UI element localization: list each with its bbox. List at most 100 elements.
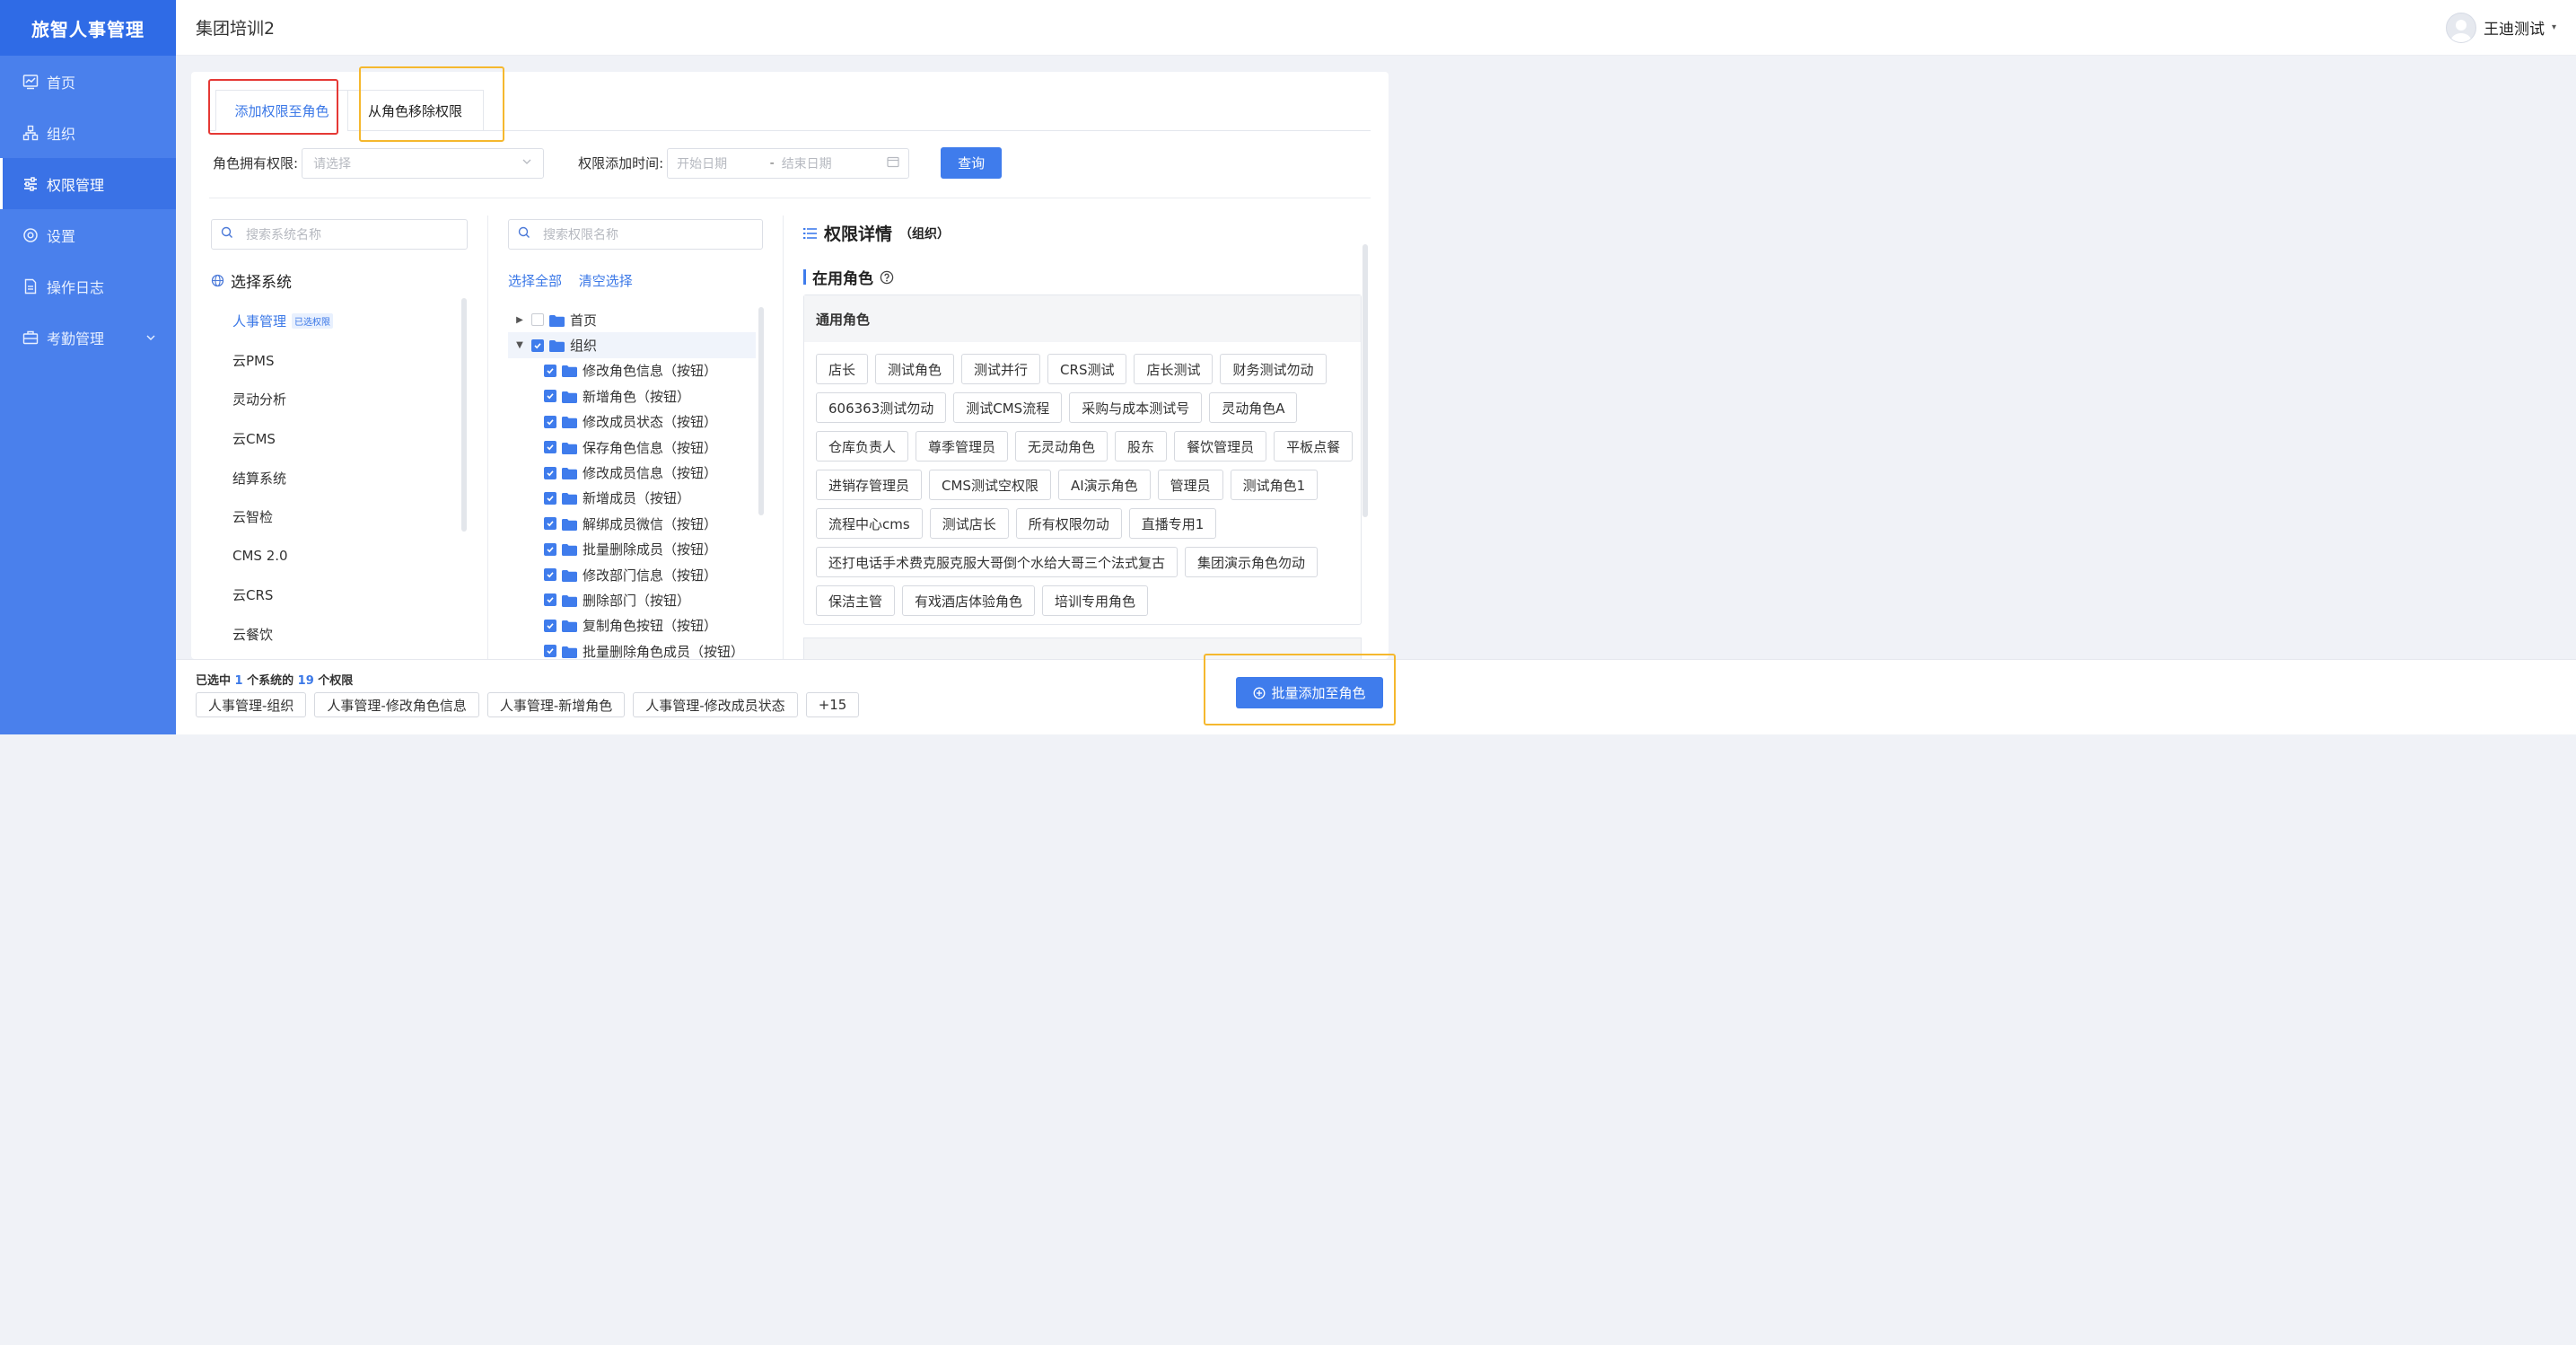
tree-node[interactable]: 新增成员（按钮） <box>508 486 756 511</box>
brand-logo: 旅智人事管理 <box>0 0 176 56</box>
query-button[interactable]: 查询 <box>941 147 1003 179</box>
tree-checkbox[interactable] <box>544 491 556 505</box>
system-list: 人事管理 已选权限 云PMS 灵动分析 云CMS 结算系统 云智检 CMS 2.0… <box>232 302 334 655</box>
system-item[interactable]: 云CRS <box>232 576 333 615</box>
tree-node[interactable]: 修改成员状态（按钮） <box>508 409 756 435</box>
tree-scrollbar[interactable] <box>758 307 764 515</box>
tree-checkbox[interactable] <box>544 441 556 454</box>
column-divider <box>487 215 488 659</box>
role-tag: 有戏酒店体验角色 <box>902 585 1036 616</box>
annotation-box-yellow <box>1204 654 1396 725</box>
detail-scrollbar[interactable] <box>1362 244 1368 517</box>
tree-checkbox[interactable] <box>544 415 556 428</box>
sidebar-item-label: 组织 <box>47 125 76 143</box>
selected-tag[interactable]: 人事管理-新增角色 <box>486 692 626 717</box>
caret-down-icon[interactable]: ▼ <box>513 340 526 350</box>
folder-icon <box>562 620 577 633</box>
tree-checkbox[interactable] <box>544 364 556 377</box>
tree-node-label: 修改成员信息（按钮） <box>583 465 718 482</box>
sidebar-item-attendance[interactable]: 考勤管理 <box>0 312 176 363</box>
org-icon <box>22 124 39 142</box>
tree-node-label: 修改角色信息（按钮） <box>583 363 718 380</box>
sidebar-item-settings[interactable]: 设置 <box>0 209 176 260</box>
sidebar-item-logs[interactable]: 操作日志 <box>0 260 176 312</box>
tree-node[interactable]: 批量删除成员（按钮） <box>508 537 756 562</box>
tree-node[interactable]: ▼ 组织 <box>508 332 756 358</box>
system-item[interactable]: 灵动分析 <box>232 380 333 419</box>
chevron-down-icon <box>145 330 156 347</box>
tree-checkbox[interactable] <box>531 338 544 352</box>
role-tag: 餐饮管理员 <box>1174 431 1267 462</box>
permission-search-input[interactable]: 搜索权限名称 <box>508 219 763 250</box>
selected-tag[interactable]: 人事管理-修改角色信息 <box>314 692 479 717</box>
selected-tag[interactable]: 人事管理-组织 <box>196 692 307 717</box>
user-menu[interactable]: 王迪测试 ▾ <box>2445 12 2556 43</box>
system-item[interactable]: 结算系统 <box>232 458 333 497</box>
tree-node[interactable]: 修改成员信息（按钮） <box>508 460 756 485</box>
tree-node[interactable]: 解绑成员微信（按钮） <box>508 511 756 536</box>
caret-right-icon[interactable]: ▶ <box>513 315 526 325</box>
role-tag: 仓库负责人 <box>816 431 909 462</box>
system-search-input[interactable]: 搜索系统名称 <box>211 219 468 250</box>
role-tag: 测试CMS流程 <box>953 392 1063 423</box>
detail-title: 权限详情 <box>824 224 893 244</box>
end-date-input[interactable]: 结束日期 <box>782 154 887 172</box>
tree-node-label: 组织 <box>570 338 598 355</box>
role-tag: CMS测试空权限 <box>929 470 1051 500</box>
role-select[interactable]: 请选择 <box>302 147 545 179</box>
tree-node-label: 批量删除角色成员（按钮） <box>583 643 745 659</box>
tree-node[interactable]: 复制角色按钮（按钮） <box>508 613 756 638</box>
system-item[interactable]: 人事管理 已选权限 <box>232 302 334 341</box>
tree-checkbox[interactable] <box>544 645 556 658</box>
system-item[interactable]: 云餐饮 <box>232 615 333 655</box>
tree-node[interactable]: 批量删除角色成员（按钮） <box>508 638 756 659</box>
tree-checkbox[interactable] <box>544 390 556 403</box>
tree-checkbox[interactable] <box>531 313 544 327</box>
folder-icon <box>562 543 577 557</box>
role-tag: 集团演示角色勿动 <box>1185 547 1319 577</box>
sidebar-item-home[interactable]: 首页 <box>0 56 176 107</box>
detail-subtitle: （组织） <box>899 226 951 242</box>
tree-checkbox[interactable] <box>544 542 556 556</box>
tree-node[interactable]: 修改角色信息（按钮） <box>508 358 756 383</box>
tree-checkbox[interactable] <box>544 568 556 582</box>
avatar <box>2445 12 2476 43</box>
tree-node[interactable]: 修改部门信息（按钮） <box>508 562 756 587</box>
system-item[interactable]: CMS 2.0 <box>232 537 333 576</box>
tree-checkbox[interactable] <box>544 466 556 479</box>
start-date-input[interactable]: 开始日期 <box>677 154 770 172</box>
system-list-scrollbar[interactable] <box>461 298 467 532</box>
tree-checkbox[interactable] <box>544 517 556 531</box>
help-icon[interactable] <box>880 270 894 285</box>
tree-checkbox[interactable] <box>544 593 556 607</box>
folder-icon <box>562 646 577 658</box>
tree-node[interactable]: 删除部门（按钮） <box>508 587 756 612</box>
selected-badge: 已选权限 <box>292 313 334 330</box>
permission-search-placeholder: 搜索权限名称 <box>543 228 618 242</box>
main-card: 添加权限至角色 从角色移除权限 角色拥有权限: 请选择 权限添加时间: 开始日期… <box>191 72 1389 659</box>
sidebar-item-permissions[interactable]: 权限管理 <box>0 158 176 209</box>
system-item[interactable]: 云CMS <box>232 419 333 459</box>
select-all-link[interactable]: 选择全部 <box>508 273 562 289</box>
clear-selection-link[interactable]: 清空选择 <box>579 273 633 289</box>
tree-node[interactable]: 保存角色信息（按钮） <box>508 435 756 460</box>
filter-row: 角色拥有权限: 请选择 权限添加时间: 开始日期 - 结束日期 查询 <box>213 147 1003 179</box>
sidebar-item-org[interactable]: 组织 <box>0 107 176 158</box>
tree-checkbox[interactable] <box>544 619 556 632</box>
role-tag: 流程中心cms <box>816 508 923 539</box>
system-heading-text: 选择系统 <box>231 274 292 292</box>
gear-icon <box>22 226 39 244</box>
globe-icon <box>211 274 224 287</box>
tree-node[interactable]: ▶ 首页 <box>508 307 756 332</box>
tree-node-label: 修改部门信息（按钮） <box>583 567 718 584</box>
role-tag: 财务测试勿动 <box>1220 354 1327 384</box>
date-range-picker[interactable]: 开始日期 - 结束日期 <box>667 147 910 179</box>
selected-tag[interactable]: 人事管理-修改成员状态 <box>633 692 798 717</box>
system-item[interactable]: 云智检 <box>232 497 333 537</box>
role-filter-label: 角色拥有权限: <box>213 155 299 171</box>
system-item[interactable]: 云PMS <box>232 341 333 381</box>
folder-icon <box>562 569 577 582</box>
permission-tree: ▶ 首页 ▼ 组织修改角色信息（按钮） 新增角色（按钮） 修改成员状态（按钮） 保存角色信息… <box>508 307 756 659</box>
more-tags-badge[interactable]: +15 <box>805 692 860 717</box>
tree-node[interactable]: 新增角色（按钮） <box>508 383 756 409</box>
